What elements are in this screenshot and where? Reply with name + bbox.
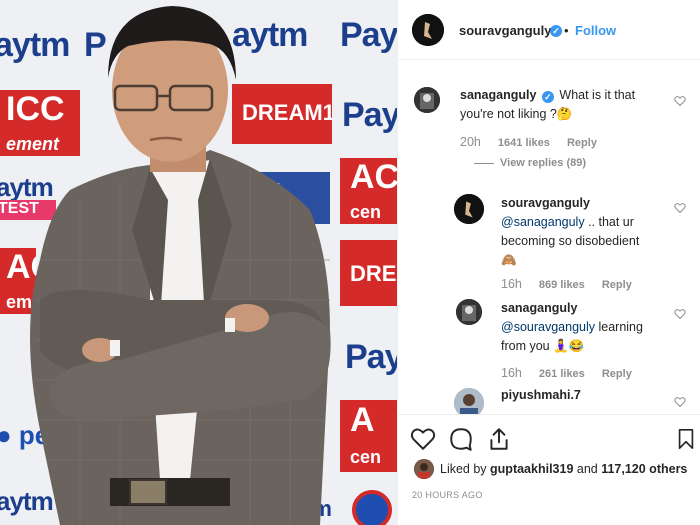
- person-figure: [30, 6, 331, 525]
- liker-avatar[interactable]: [414, 459, 434, 479]
- comment-username[interactable]: souravganguly: [501, 196, 590, 210]
- bookmark-icon[interactable]: [675, 426, 697, 452]
- comment-like-heart-icon[interactable]: [674, 202, 686, 214]
- comment-like-heart-icon[interactable]: [674, 95, 686, 107]
- verified-badge-icon: ✓: [550, 25, 562, 37]
- post-header: souravganguly ✓ • Follow: [398, 0, 700, 60]
- comment-likes[interactable]: 261 likes: [539, 368, 585, 380]
- share-icon[interactable]: [486, 426, 512, 452]
- comment-age: 20h: [460, 135, 481, 149]
- comment-emoji: 🙈: [501, 253, 517, 267]
- post-photo[interactable]: aytm P aytm Pay ICCement DREAM11 Pay ayt…: [0, 0, 397, 525]
- comment-mention[interactable]: @sanaganguly: [501, 215, 585, 229]
- comments-list[interactable]: sanaganguly ✓ What is it that you're not…: [398, 61, 700, 414]
- view-replies-button[interactable]: View replies (89): [474, 157, 586, 169]
- post-actions: Liked by guptaakhil319 and 117,120 other…: [398, 414, 700, 525]
- comment-like-heart-icon[interactable]: [674, 308, 686, 320]
- liked-by-count[interactable]: 117,120 others: [601, 462, 687, 476]
- comment-likes[interactable]: 1641 likes: [498, 137, 550, 149]
- liked-by-prefix: Liked by: [440, 462, 491, 476]
- liked-by-summary: Liked by guptaakhil319 and 117,120 other…: [440, 462, 687, 476]
- header-separator: •: [564, 23, 569, 38]
- author-username[interactable]: souravganguly: [459, 23, 551, 38]
- comment-username[interactable]: sanaganguly: [501, 301, 577, 315]
- comment-reply-button[interactable]: Reply: [602, 279, 632, 291]
- comment-likes[interactable]: 869 likes: [539, 279, 585, 291]
- comment-age: 16h: [501, 366, 522, 380]
- comment-reply-button[interactable]: Reply: [602, 368, 632, 380]
- comment-reply-button[interactable]: Reply: [567, 137, 597, 149]
- comment-username[interactable]: piyushmahi.7: [501, 388, 581, 402]
- commenter-avatar[interactable]: [454, 388, 484, 414]
- verified-badge-icon: ✓: [541, 91, 554, 103]
- commenter-avatar[interactable]: [454, 194, 484, 224]
- liked-by-user[interactable]: guptaakhil319: [490, 462, 573, 476]
- comment-emoji: 🧘‍♀️😂: [553, 339, 585, 353]
- follow-button[interactable]: Follow: [575, 23, 616, 38]
- commenter-avatar[interactable]: [456, 299, 482, 325]
- liked-by-and: and: [573, 462, 602, 476]
- comment-like-heart-icon[interactable]: [674, 396, 686, 408]
- heart-icon[interactable]: [410, 426, 436, 452]
- comment-icon[interactable]: [448, 426, 474, 452]
- post-panel: souravganguly ✓ • Follow sanaganguly ✓ W…: [397, 0, 700, 525]
- comment-username[interactable]: sanaganguly: [460, 88, 536, 102]
- author-avatar[interactable]: [412, 14, 444, 46]
- comment-age: 16h: [501, 277, 522, 291]
- comment-mention[interactable]: @souravganguly: [501, 320, 595, 334]
- post-time-ago[interactable]: 20 HOURS AGO: [412, 490, 483, 500]
- commenter-avatar[interactable]: [414, 87, 440, 113]
